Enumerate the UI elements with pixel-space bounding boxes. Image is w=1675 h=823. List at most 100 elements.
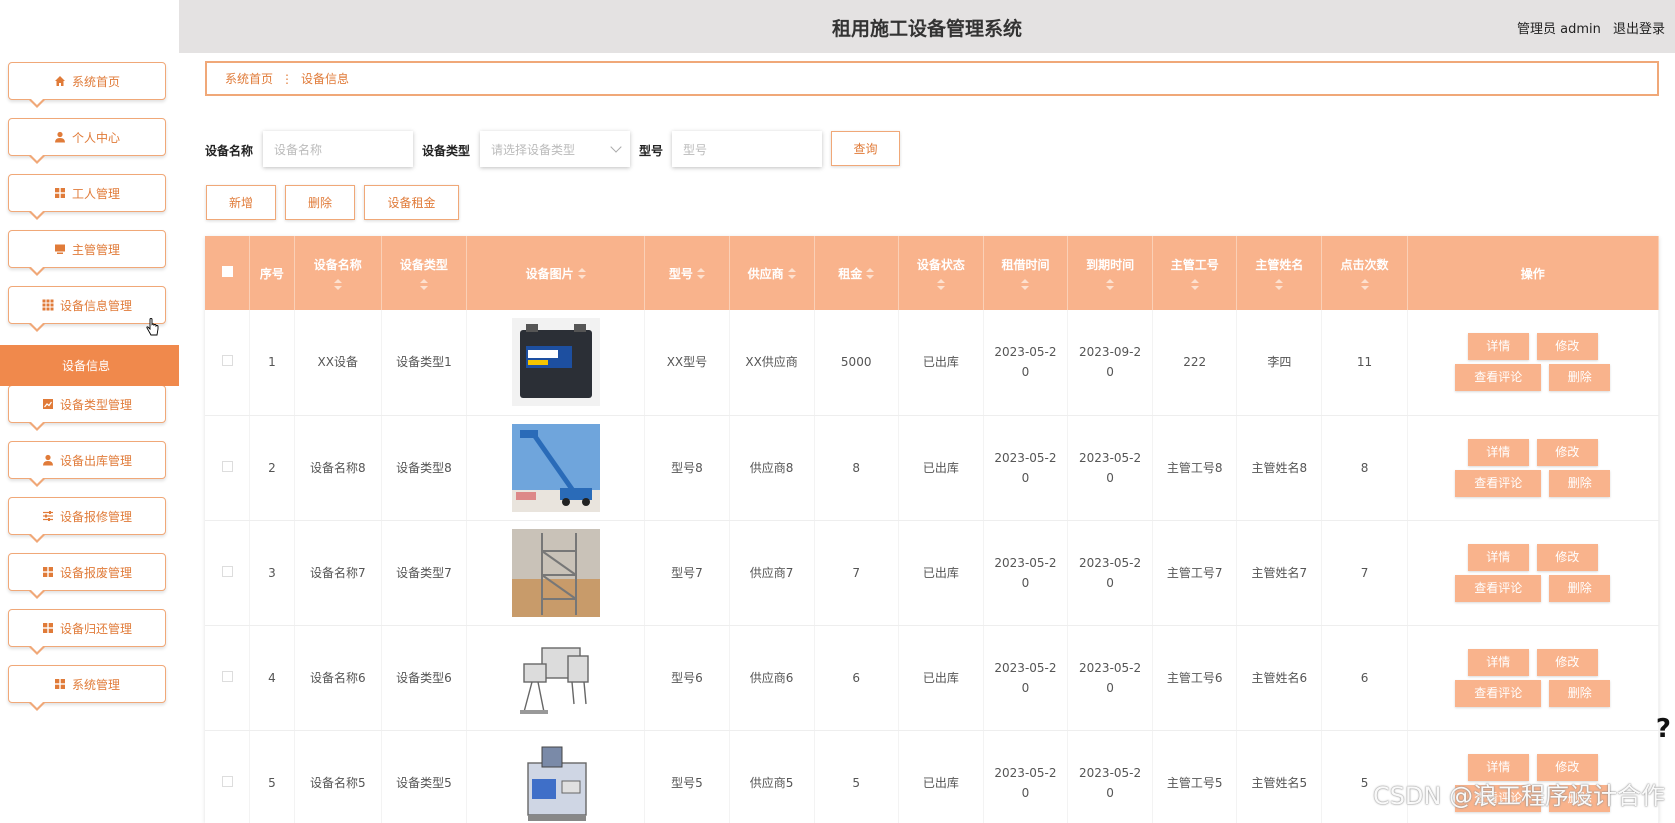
edit-button[interactable]: 修改 — [1536, 438, 1598, 466]
view-comments-button[interactable]: 查看评论 — [1455, 574, 1542, 602]
row-checkbox[interactable] — [221, 565, 233, 577]
select-all-checkbox[interactable] — [221, 266, 233, 277]
view-comments-button[interactable]: 查看评论 — [1455, 469, 1542, 497]
row-checkbox[interactable] — [221, 775, 233, 787]
help-icon[interactable]: ? — [1656, 714, 1671, 744]
sort-icon[interactable] — [333, 278, 342, 291]
sidebar-item-2[interactable]: 个人中心 — [8, 118, 166, 164]
cell-image[interactable] — [466, 730, 646, 823]
sort-icon[interactable] — [1021, 278, 1030, 291]
cell-image[interactable] — [466, 310, 646, 416]
row-delete-button[interactable]: 删除 — [1549, 574, 1611, 602]
col-header-due-time[interactable]: 到期时间 — [1067, 236, 1154, 310]
sort-icon[interactable] — [866, 268, 875, 280]
col-header-mgr-name[interactable]: 主管姓名 — [1236, 236, 1323, 310]
row-checkbox[interactable] — [221, 670, 233, 682]
view-comments-button[interactable]: 查看评论 — [1455, 679, 1542, 707]
sidebar-item-4[interactable]: 主管管理 — [8, 230, 166, 276]
device-thumbnail[interactable] — [467, 318, 644, 407]
sort-icon[interactable] — [787, 268, 796, 280]
edit-button[interactable]: 修改 — [1536, 648, 1598, 676]
sidebar: 系统首页个人中心工人管理主管管理设备信息管理设备类型管理设备出库管理 设备报修管理… — [0, 0, 179, 823]
col-header-image[interactable]: 设备图片 — [466, 236, 646, 310]
row-delete-button[interactable]: 删除 — [1549, 679, 1611, 707]
device-type-placeholder: 请选择设备类型 — [491, 142, 576, 157]
sort-icon[interactable] — [577, 268, 586, 280]
edit-button[interactable]: 修改 — [1536, 543, 1598, 571]
cell-mgr-id: 主管工号6 — [1152, 625, 1238, 731]
logout-link[interactable]: 退出登录 — [1613, 22, 1665, 37]
cell-no: 4 — [249, 625, 295, 731]
sort-icon[interactable] — [1275, 278, 1284, 291]
col-header-status[interactable]: 设备状态 — [898, 236, 984, 310]
cell-rent: 6 — [814, 625, 899, 731]
breadcrumb-separator: ⋮ — [281, 71, 294, 86]
sidebar-item-label: 设备类型管理 — [59, 397, 132, 412]
cell-image[interactable] — [466, 415, 646, 521]
row-checkbox[interactable] — [221, 355, 233, 367]
row-select-cell[interactable] — [205, 730, 251, 823]
col-header-name[interactable]: 设备名称 — [294, 236, 382, 310]
detail-button[interactable]: 详情 — [1467, 648, 1529, 676]
cell-mgr-name: 主管姓名8 — [1236, 415, 1323, 521]
row-checkbox[interactable] — [221, 460, 233, 472]
cell-rent: 7 — [814, 520, 899, 626]
col-header-supplier[interactable]: 供应商 — [729, 236, 815, 310]
sidebar-item-5[interactable]: 设备信息管理 — [8, 286, 166, 332]
device-thumbnail[interactable] — [467, 633, 644, 722]
sort-icon[interactable] — [419, 278, 428, 291]
col-header-clicks[interactable]: 点击次数 — [1321, 236, 1408, 310]
col-header-rent-time[interactable]: 租借时间 — [983, 236, 1069, 310]
breadcrumb-home[interactable]: 系统首页 — [225, 70, 273, 87]
home-icon — [54, 75, 66, 87]
cell-image[interactable] — [466, 520, 646, 626]
col-header-model[interactable]: 型号 — [644, 236, 730, 310]
row-select-cell[interactable] — [205, 310, 251, 416]
detail-button[interactable]: 详情 — [1467, 438, 1529, 466]
col-header-mgr-id[interactable]: 主管工号 — [1152, 236, 1238, 310]
sidebar-item-label: 工人管理 — [71, 186, 120, 201]
delete-button[interactable]: 删除 — [285, 185, 355, 220]
detail-button[interactable]: 详情 — [1467, 333, 1529, 361]
row-select-cell[interactable] — [205, 415, 251, 521]
sidebar-item-10[interactable]: 设备归还管理 — [8, 609, 166, 655]
sidebar-item-8[interactable]: 设备报修管理 — [8, 497, 166, 543]
watermark: CSDN @浪工程序设计合作 — [1372, 782, 1665, 810]
sort-icon[interactable] — [1190, 278, 1199, 291]
cell-name: 设备名称6 — [294, 625, 382, 731]
sort-icon[interactable] — [936, 278, 945, 291]
device-thumbnail[interactable] — [467, 423, 644, 512]
device-rent-button[interactable]: 设备租金 — [364, 185, 459, 220]
view-comments-button[interactable]: 查看评论 — [1455, 364, 1542, 392]
sidebar-item-9[interactable]: 设备报废管理 — [8, 553, 166, 599]
detail-button[interactable]: 详情 — [1467, 543, 1529, 571]
query-button[interactable]: 查询 — [831, 131, 900, 166]
add-button[interactable]: 新增 — [206, 185, 276, 220]
edit-button[interactable]: 修改 — [1536, 333, 1598, 361]
row-delete-button[interactable]: 删除 — [1549, 469, 1611, 497]
col-header-rent[interactable]: 租金 — [814, 236, 899, 310]
sort-icon[interactable] — [1360, 278, 1369, 291]
device-thumbnail[interactable] — [467, 738, 644, 823]
sidebar-item-6[interactable]: 设备类型管理 — [8, 385, 166, 431]
row-delete-button[interactable]: 删除 — [1549, 364, 1611, 392]
sidebar-item-11[interactable]: 系统管理 — [8, 665, 166, 711]
row-select-cell[interactable] — [205, 520, 251, 626]
cell-clicks: 11 — [1321, 310, 1408, 416]
sort-icon[interactable] — [696, 268, 705, 280]
device-thumbnail[interactable] — [467, 528, 644, 617]
row-select-cell[interactable] — [205, 625, 251, 731]
table-row: 3 设备名称7 设备类型7 型号7 供应商7 7 已出库 2023-05-20 2023-05-… — [205, 520, 1659, 626]
sidebar-item-7[interactable]: 设备出库管理 — [8, 441, 166, 487]
device-type-select[interactable]: 请选择设备类型 — [480, 131, 630, 167]
cell-rent-time: 2023-05-20 — [983, 415, 1069, 521]
device-name-input[interactable]: 设备名称 — [263, 131, 413, 167]
sort-icon[interactable] — [1106, 278, 1115, 291]
sidebar-item-3[interactable]: 工人管理 — [8, 174, 166, 220]
model-input[interactable]: 型号 — [672, 131, 822, 167]
sidebar-subitem-device-info[interactable]: 设备信息 — [0, 345, 179, 386]
col-header-type[interactable]: 设备类型 — [381, 236, 467, 310]
sidebar-item-1[interactable]: 系统首页 — [8, 62, 166, 108]
select-all-cell[interactable] — [205, 236, 251, 310]
cell-image[interactable] — [466, 625, 646, 731]
